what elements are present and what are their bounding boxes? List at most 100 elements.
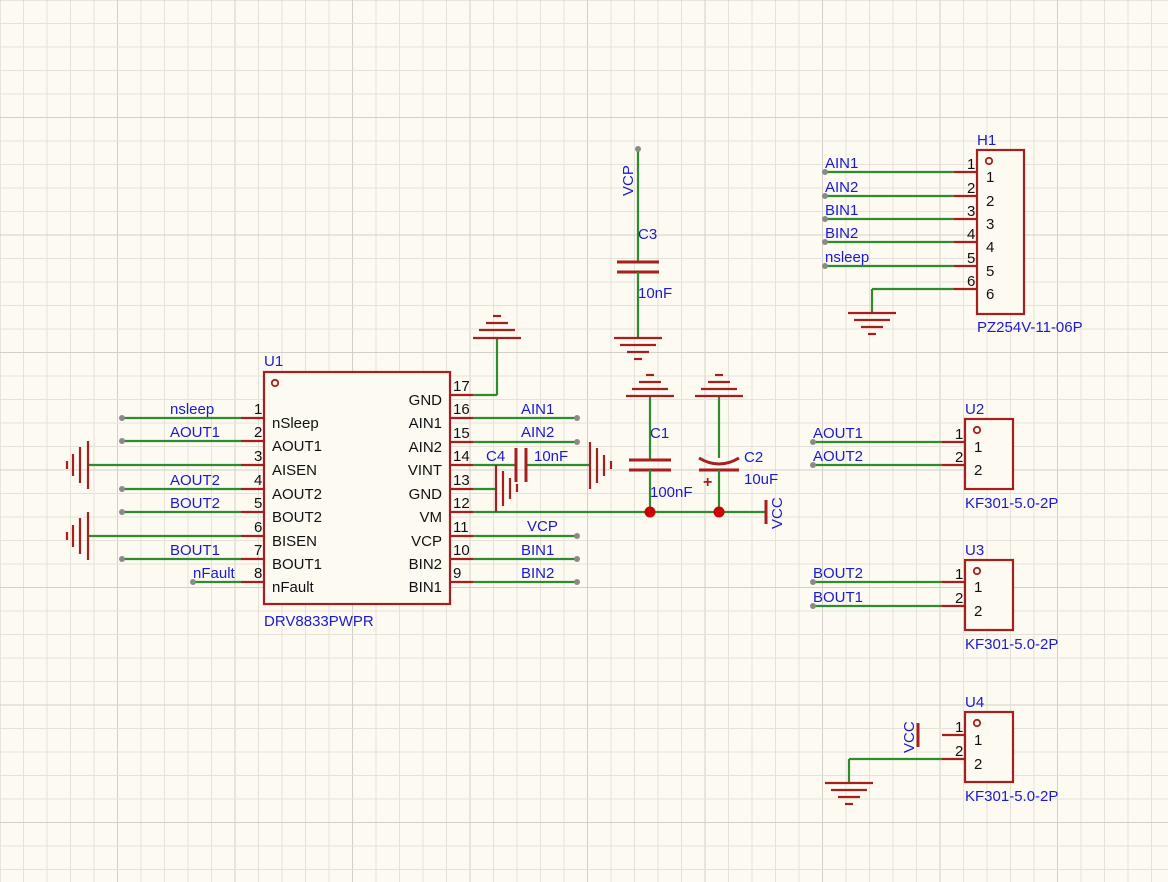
- net-label-u2-aout2: AOUT2: [813, 448, 863, 465]
- net-label-aout2: AOUT2: [170, 472, 220, 489]
- net-label-bin2: BIN2: [521, 565, 554, 582]
- c4-ref: C4: [486, 448, 505, 465]
- net-label-bout1: BOUT1: [170, 542, 220, 559]
- c1-ref: C1: [650, 425, 669, 442]
- net-label-ain1: AIN1: [521, 401, 554, 418]
- u1-value: DRV8833PWPR: [264, 613, 374, 630]
- u1-pin-name: BOUT1: [272, 556, 322, 573]
- u4-terminal-symbol[interactable]: U4 KF301-5.0-2P 1122: [942, 694, 1058, 805]
- net-label-vcp: VCP: [527, 518, 558, 535]
- u1-pin-name: AISEN: [272, 462, 317, 479]
- u2-body: [963, 417, 1015, 491]
- u1-ref: U1: [264, 353, 283, 370]
- h1-pin-label: 1: [986, 169, 994, 186]
- u1-pin-number: 14: [453, 448, 470, 465]
- u1-pin-name: VCP: [411, 533, 442, 550]
- u3-pin-label: 1: [974, 579, 982, 596]
- h1-pin-label: 4: [986, 239, 994, 256]
- u1-pin-number: 5: [254, 495, 262, 512]
- u1-pin-name: AIN2: [409, 439, 442, 456]
- u3-ref: U3: [965, 542, 984, 559]
- u1-pin-number: 16: [453, 401, 470, 418]
- u1-pin-name: BOUT2: [272, 509, 322, 526]
- u1-pin-number: 15: [453, 425, 470, 442]
- h1-pin-number: 2: [967, 180, 975, 197]
- u1-pin-name: VINT: [408, 462, 442, 479]
- u4-pin-label: 1: [974, 732, 982, 749]
- u1-pin-number: 1: [254, 401, 262, 418]
- capacitor-c3[interactable]: VCP C3 10nF: [617, 146, 672, 338]
- u1-pin-name: nSleep: [272, 415, 319, 432]
- u1-pin-name: GND: [409, 392, 443, 409]
- c2-plus-icon: +: [703, 474, 712, 491]
- net-label-u3-bout2: BOUT2: [813, 565, 863, 582]
- u1-pin-name: AIN1: [409, 415, 442, 432]
- u1-ic-symbol[interactable]: U1 DRV8833PWPR 1 nSleep 2 AOUT1 3 AISEN 4 AOUT2…: [241, 353, 473, 630]
- h1-value: PZ254V-11-06P: [977, 319, 1083, 336]
- u2-terminal-symbol[interactable]: U2 KF301-5.0-2P 1122: [942, 401, 1058, 512]
- u1-right-net-labels: AIN1 AIN2 VCP BIN1 BIN2: [521, 401, 558, 582]
- u3-pin-label: 2: [974, 603, 982, 620]
- ground-symbol-c3: [614, 336, 662, 361]
- ground-symbol-u4: [825, 781, 873, 806]
- c2-value: 10uF: [744, 471, 778, 488]
- vcc-port-label: VCC: [769, 497, 786, 529]
- u2-pin-label: 2: [974, 462, 982, 479]
- ground-symbol-c4: [588, 442, 613, 489]
- net-label-u4-vcc: VCC: [901, 721, 918, 753]
- u3-pin-number: 2: [955, 590, 963, 607]
- capacitor-c1[interactable]: C1 100nF: [629, 396, 693, 512]
- u2-value: KF301-5.0-2P: [965, 495, 1058, 512]
- u1-pin-name: nFault: [272, 579, 315, 596]
- u1-pin-name: VM: [420, 509, 443, 526]
- u1-pin-number: 11: [453, 519, 469, 536]
- net-label-bout2: BOUT2: [170, 495, 220, 512]
- u2-ref: U2: [965, 401, 984, 418]
- capacitor-c2[interactable]: + C2 10uF: [698, 396, 778, 512]
- c3-value: 10nF: [638, 285, 672, 302]
- c2-ref: C2: [744, 449, 763, 466]
- h1-pin-number: 4: [967, 226, 975, 243]
- u1-pin-number: 3: [254, 448, 262, 465]
- junction-c2: [713, 506, 725, 518]
- u1-pin-number: 9: [453, 565, 461, 582]
- u3-terminal-symbol[interactable]: U3 KF301-5.0-2P 1122: [942, 542, 1058, 653]
- net-label-nfault: nFault: [193, 565, 236, 582]
- u1-pin-number: 8: [254, 565, 262, 582]
- c3-ref: C3: [638, 226, 657, 243]
- net-label-c3-vcp: VCP: [620, 165, 637, 196]
- net-label-u3-bout1: BOUT1: [813, 589, 863, 606]
- u1-left-net-labels: nsleep AOUT1 AOUT2 BOUT2 BOUT1 nFault: [170, 401, 236, 582]
- h1-pin-label: 3: [986, 216, 994, 233]
- h1-ref: H1: [977, 132, 996, 149]
- u1-pin-name: AOUT2: [272, 486, 322, 503]
- u1-pin-number: 17: [453, 378, 470, 395]
- h1-pin-label: 5: [986, 263, 994, 280]
- h1-pin-label: 2: [986, 193, 994, 210]
- u1-pin-number: 4: [254, 472, 262, 489]
- ground-symbol-h1: [848, 311, 896, 336]
- u4-body: [963, 710, 1015, 784]
- u4-value: KF301-5.0-2P: [965, 788, 1058, 805]
- junction-c1: [644, 506, 656, 518]
- u1-pin-number: 13: [453, 472, 470, 489]
- net-label-bin1: BIN1: [521, 542, 554, 559]
- ground-symbol-u1-gnd: [473, 314, 521, 340]
- u2-pin-number: 2: [955, 449, 963, 466]
- u1-pin-number: 7: [254, 542, 262, 559]
- net-label-nsleep: nsleep: [170, 401, 214, 418]
- h1-pin-number: 5: [967, 250, 975, 267]
- u4-pin-label: 2: [974, 756, 982, 773]
- u3-pin-number: 1: [955, 566, 963, 583]
- u1-pin-number: 2: [254, 424, 262, 441]
- u2-pin-number: 1: [955, 426, 963, 443]
- net-label-h1-nsleep: nsleep: [825, 249, 869, 266]
- h1-pin-label: 6: [986, 286, 994, 303]
- power-port-vcc: VCC: [764, 497, 786, 529]
- c1-value: 100nF: [650, 484, 693, 501]
- c4-value: 10nF: [534, 448, 568, 465]
- u1-pin-number: 12: [453, 495, 470, 512]
- u3-body: [963, 558, 1015, 632]
- schematic-canvas[interactable]: U1 DRV8833PWPR 1 nSleep 2 AOUT1 3 AISEN 4 AOUT2…: [0, 0, 1168, 882]
- net-label-h1-bin1: BIN1: [825, 202, 858, 219]
